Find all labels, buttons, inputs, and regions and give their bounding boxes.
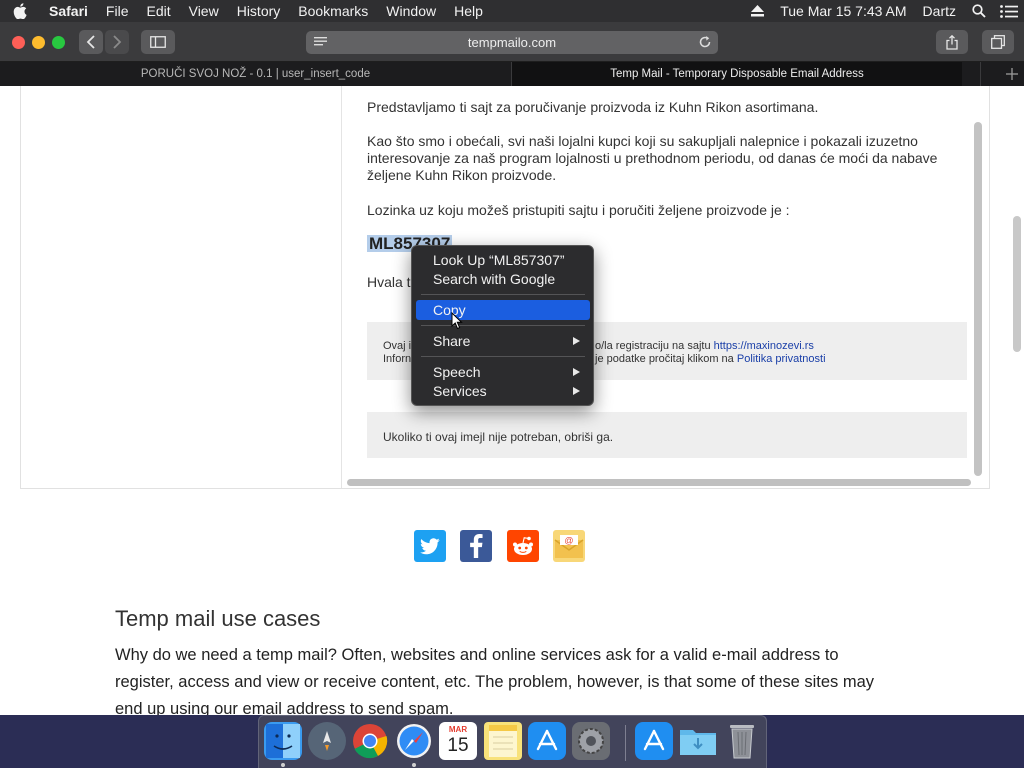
running-indicator xyxy=(281,763,285,767)
privacy-link[interactable]: Politika privatnosti xyxy=(737,353,826,365)
reddit-share-button[interactable] xyxy=(507,530,539,562)
svg-text:@: @ xyxy=(564,536,573,546)
chevron-right-icon xyxy=(113,35,122,49)
facebook-icon xyxy=(470,534,483,558)
sidebar-icon xyxy=(150,36,166,48)
dock: MAR 15 xyxy=(258,715,767,768)
tab-title: PORUČI SVOJ NOŽ - 0.1 | user_insert_code xyxy=(140,68,371,80)
trash-icon[interactable] xyxy=(723,722,761,760)
context-menu: Look Up “ML857307” Search with Google Co… xyxy=(411,245,594,406)
page-scrollbar[interactable] xyxy=(1013,216,1021,352)
system-preferences-icon[interactable] xyxy=(572,722,610,760)
eject-icon[interactable] xyxy=(742,0,772,22)
context-menu-speech-label: Speech xyxy=(433,364,481,380)
context-menu-separator xyxy=(421,356,585,357)
address-bar[interactable]: tempmailo.com xyxy=(306,31,718,54)
app-store-icon[interactable] xyxy=(528,722,566,760)
email-share-button[interactable]: @ xyxy=(553,530,585,562)
menu-view[interactable]: View xyxy=(180,0,228,22)
reddit-icon xyxy=(513,536,533,555)
email-intro: Predstavljamo ti sajt za poručivanje pro… xyxy=(367,99,819,115)
menu-bar: Safari File Edit View History Bookmarks … xyxy=(0,0,1024,22)
context-menu-separator xyxy=(421,294,585,295)
context-menu-services[interactable]: Services xyxy=(416,381,590,401)
tab-overview-button[interactable] xyxy=(982,30,1014,54)
submenu-arrow-icon xyxy=(573,387,580,395)
app-store-downloads-icon[interactable] xyxy=(635,722,673,760)
section-paragraph: Why do we need a temp mail? Often, websi… xyxy=(115,646,875,715)
facebook-share-button[interactable] xyxy=(460,530,492,562)
email-password-line: Lozinka uz koju možeš pristupiti sajtu i… xyxy=(367,202,790,218)
unsubscribe-box: Ukoliko ti ovaj imejl nije potreban, obr… xyxy=(367,412,967,458)
new-tab-button[interactable] xyxy=(1000,62,1024,86)
submenu-arrow-icon xyxy=(573,368,580,376)
zoom-window-button[interactable] xyxy=(52,36,65,49)
share-button[interactable] xyxy=(936,30,968,54)
menu-bookmarks[interactable]: Bookmarks xyxy=(289,0,377,22)
calendar-month: MAR xyxy=(448,725,468,734)
chrome-icon[interactable] xyxy=(351,722,389,760)
menu-file[interactable]: File xyxy=(97,0,138,22)
email-loyalty-text: Kao što smo i obećali, svi naši lojalni … xyxy=(367,133,938,183)
plus-icon xyxy=(1006,68,1018,80)
context-menu-search-google[interactable]: Search with Google xyxy=(416,269,590,289)
notes-icon[interactable] xyxy=(484,722,522,760)
finder-icon[interactable] xyxy=(264,722,302,760)
menu-app-name[interactable]: Safari xyxy=(40,0,97,22)
menu-help[interactable]: Help xyxy=(445,0,492,22)
twitter-share-button[interactable] xyxy=(414,530,446,562)
sidebar-toggle-button[interactable] xyxy=(141,30,175,54)
tab-tempmail[interactable]: Temp Mail - Temporary Disposable Email A… xyxy=(512,62,962,86)
menu-history[interactable]: History xyxy=(228,0,290,22)
context-menu-look-up[interactable]: Look Up “ML857307” xyxy=(416,250,590,270)
close-window-button[interactable] xyxy=(12,36,25,49)
context-menu-speech[interactable]: Speech xyxy=(416,362,590,382)
context-menu-share-label: Share xyxy=(433,333,471,349)
chevron-left-icon xyxy=(86,35,95,49)
email-vertical-scrollbar[interactable] xyxy=(974,122,982,476)
minimize-window-button[interactable] xyxy=(32,36,45,49)
footer-line-2-end: je podatke pročitaj klikom na Politika p… xyxy=(595,353,826,365)
context-menu-share[interactable]: Share xyxy=(416,331,590,351)
share-icon xyxy=(946,34,958,50)
browser-toolbar: tempmailo.com xyxy=(0,22,1024,62)
section-heading: Temp mail use cases xyxy=(115,606,321,631)
dock-separator xyxy=(625,725,626,761)
tab-title: Temp Mail - Temporary Disposable Email A… xyxy=(610,68,864,80)
calendar-icon[interactable]: MAR 15 xyxy=(439,722,477,760)
apple-menu-icon[interactable] xyxy=(0,0,40,22)
menu-user[interactable]: Dartz xyxy=(915,0,964,22)
unsubscribe-text: Ukoliko ti ovaj imejl nije potreban, obr… xyxy=(383,430,614,444)
notification-center-icon[interactable] xyxy=(994,0,1024,22)
downloads-folder-icon[interactable] xyxy=(679,722,717,760)
footer-line-2-start: Inforn xyxy=(383,353,412,365)
menu-clock[interactable]: Tue Mar 15 7:43 AM xyxy=(772,0,914,22)
launchpad-icon[interactable] xyxy=(308,722,346,760)
address-url: tempmailo.com xyxy=(467,35,557,50)
frame-divider xyxy=(341,86,342,488)
tab-poruci[interactable]: PORUČI SVOJ NOŽ - 0.1 | user_insert_code xyxy=(0,62,511,86)
tab-bar: PORUČI SVOJ NOŽ - 0.1 | user_insert_code… xyxy=(0,62,1024,86)
tab-separator xyxy=(980,62,981,86)
context-menu-copy[interactable]: Copy xyxy=(416,300,590,320)
footer-line-2: Inforn je podatke pročitaj klikom na Pol… xyxy=(383,351,826,368)
context-menu-separator xyxy=(421,325,585,326)
envelope-icon: @ xyxy=(554,535,584,558)
context-menu-services-label: Services xyxy=(433,383,487,399)
menu-window[interactable]: Window xyxy=(377,0,445,22)
forward-button[interactable] xyxy=(105,30,129,54)
tabs-icon xyxy=(991,35,1005,49)
twitter-icon xyxy=(420,537,440,554)
menu-edit[interactable]: Edit xyxy=(137,0,179,22)
reload-icon[interactable] xyxy=(698,35,712,52)
submenu-arrow-icon xyxy=(573,337,580,345)
mouse-cursor-icon xyxy=(451,312,463,330)
running-indicator xyxy=(412,763,416,767)
back-button[interactable] xyxy=(79,30,103,54)
safari-icon[interactable] xyxy=(395,722,433,760)
calendar-day: 15 xyxy=(447,735,469,756)
email-horizontal-scrollbar[interactable] xyxy=(347,479,971,486)
spotlight-search-icon[interactable] xyxy=(964,0,994,22)
